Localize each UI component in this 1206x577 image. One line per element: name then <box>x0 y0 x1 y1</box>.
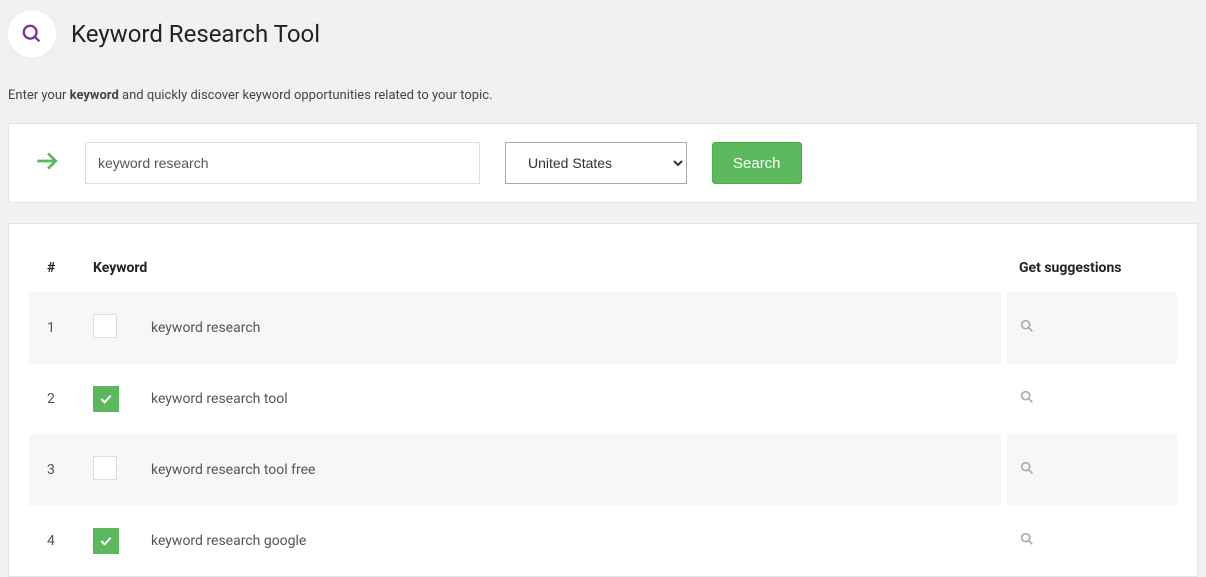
magnifier-icon[interactable] <box>1019 535 1035 551</box>
desc-bold: keyword <box>70 88 119 103</box>
row-keyword: keyword research <box>139 292 1001 364</box>
magnifier-icon[interactable] <box>1019 464 1035 480</box>
desc-prefix: Enter your <box>8 88 70 103</box>
row-keyword: keyword research tool free <box>139 434 1001 506</box>
col-header-num: # <box>29 244 89 292</box>
page-title: Keyword Research Tool <box>71 20 320 48</box>
page-description: Enter your keyword and quickly discover … <box>8 88 1198 103</box>
row-checkbox[interactable] <box>93 528 119 554</box>
search-panel: United States Search <box>8 123 1198 203</box>
col-header-keyword: Keyword <box>89 244 1001 292</box>
search-icon <box>8 10 56 58</box>
results-table: # Keyword Get suggestions 1 keyword rese… <box>29 244 1177 576</box>
table-row: 4 keyword research google <box>29 506 1177 576</box>
table-row: 3 keyword research tool free <box>29 434 1177 506</box>
arrow-right-icon <box>34 148 60 178</box>
country-select[interactable]: United States <box>505 142 687 184</box>
col-header-suggestions: Get suggestions <box>1007 244 1177 292</box>
row-checkbox[interactable] <box>93 314 117 338</box>
magnifier-icon[interactable] <box>1019 393 1035 409</box>
table-row: 2 keyword research tool <box>29 364 1177 434</box>
results-panel: # Keyword Get suggestions 1 keyword rese… <box>8 223 1198 577</box>
row-num: 3 <box>29 434 89 506</box>
magnifier-icon[interactable] <box>1019 322 1035 338</box>
row-checkbox[interactable] <box>93 386 119 412</box>
row-keyword: keyword research google <box>139 506 1001 576</box>
row-num: 2 <box>29 364 89 434</box>
row-keyword: keyword research tool <box>139 364 1001 434</box>
table-row: 1 keyword research <box>29 292 1177 364</box>
page-header: Keyword Research Tool <box>8 10 1198 58</box>
desc-suffix: and quickly discover keyword opportuniti… <box>119 88 493 103</box>
row-checkbox[interactable] <box>93 456 117 480</box>
search-button[interactable]: Search <box>712 142 802 184</box>
row-num: 1 <box>29 292 89 364</box>
row-num: 4 <box>29 506 89 576</box>
keyword-input[interactable] <box>85 142 480 184</box>
